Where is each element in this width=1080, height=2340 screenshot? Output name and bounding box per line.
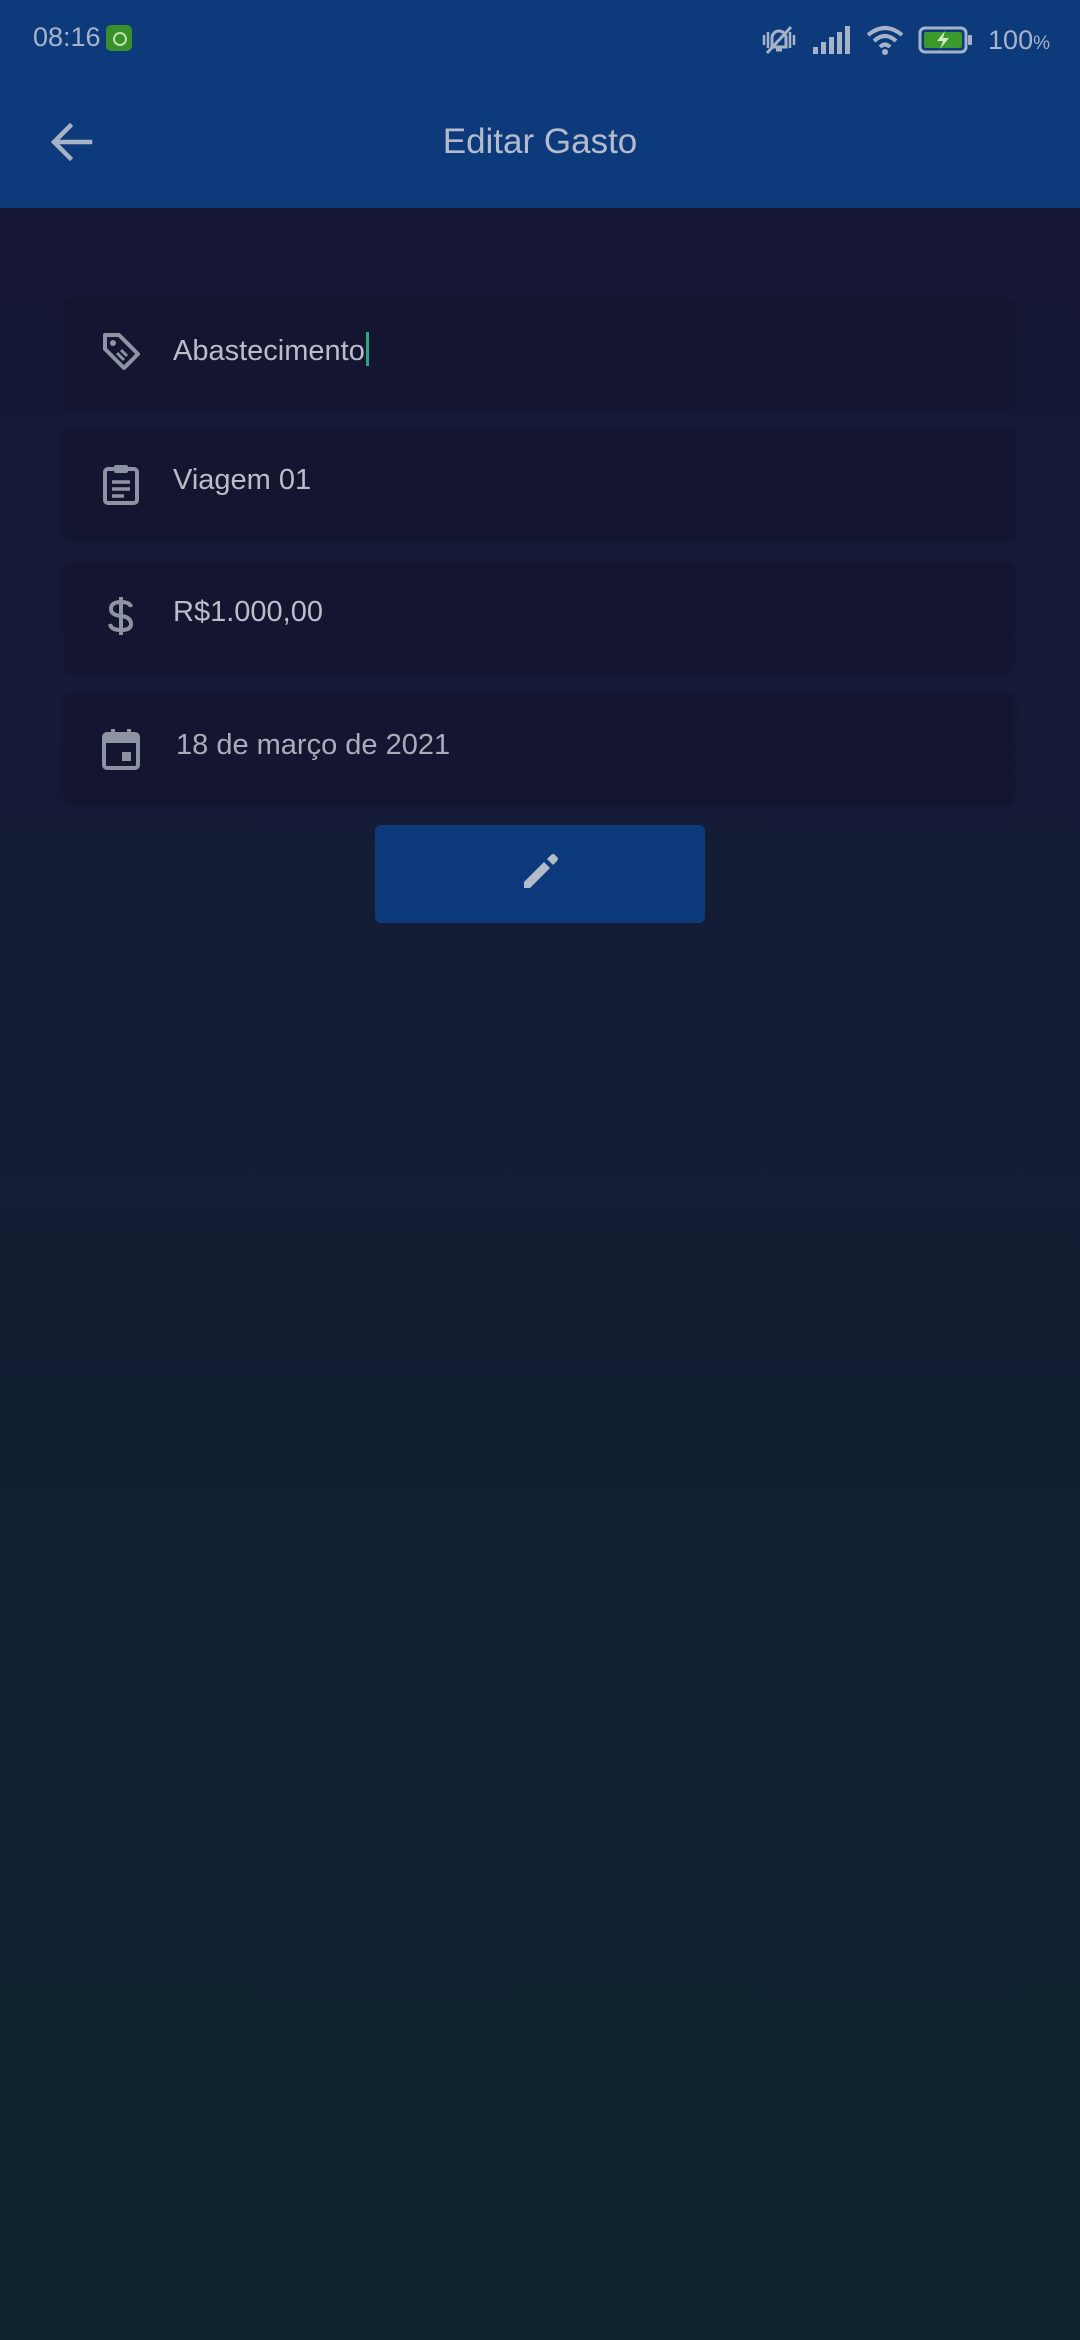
page-title: Editar Gasto — [442, 122, 638, 161]
app-bar: 08:16 100% Editar Gasto — [0, 0, 1080, 208]
calendar-icon — [98, 726, 144, 772]
battery-charging-icon — [918, 25, 974, 55]
text-cursor — [365, 332, 369, 366]
trip-field[interactable]: Viagem 01 — [65, 430, 1013, 538]
description-value[interactable]: Abastecimento — [173, 332, 369, 368]
battery-percent: 100% — [988, 24, 1050, 55]
mute-vibrate-icon — [760, 23, 798, 57]
app-notification-icon — [106, 25, 132, 51]
clipboard-icon — [98, 461, 144, 507]
amount-field[interactable]: R$1.000,00 — [65, 562, 1013, 670]
status-icons: 100% — [760, 20, 1050, 60]
status-time: 08:16 — [33, 22, 101, 52]
pencil-icon — [520, 852, 560, 897]
dollar-icon — [98, 593, 144, 639]
date-value[interactable]: 18 de março de 2021 — [176, 729, 450, 762]
date-field[interactable]: 18 de março de 2021 — [65, 695, 1013, 803]
edit-button[interactable] — [375, 825, 705, 923]
tag-icon — [98, 329, 144, 375]
wifi-icon — [866, 25, 904, 55]
signal-icon — [812, 25, 852, 55]
trip-value[interactable]: Viagem 01 — [173, 464, 311, 497]
amount-value[interactable]: R$1.000,00 — [173, 596, 323, 629]
description-field[interactable]: Abastecimento — [65, 298, 1013, 406]
